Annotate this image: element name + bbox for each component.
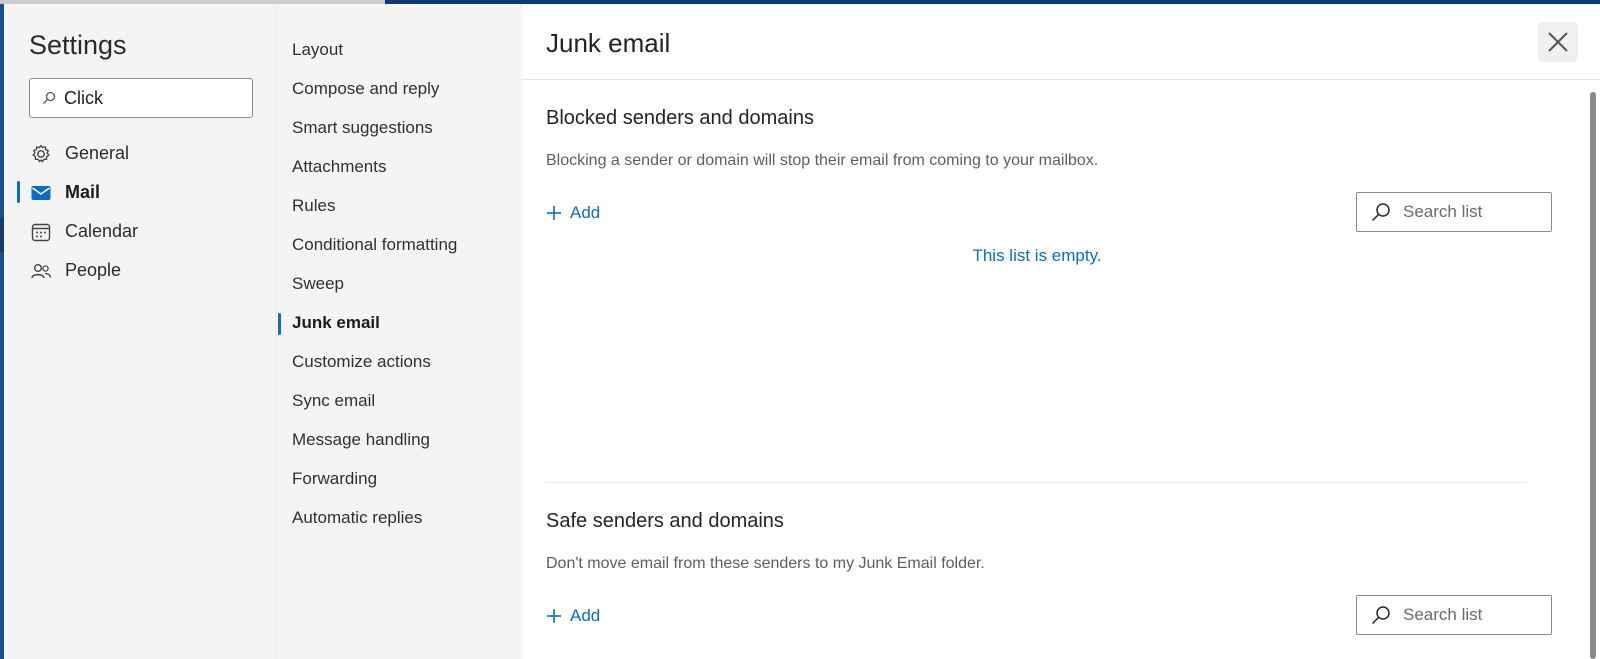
category-mail[interactable]: Mail bbox=[17, 175, 267, 211]
submenu-item-smart-suggestions[interactable]: Smart suggestions bbox=[276, 110, 522, 146]
blocked-senders-description: Blocking a sender or domain will stop th… bbox=[546, 152, 1099, 169]
submenu-item-attachments[interactable]: Attachments bbox=[276, 149, 522, 185]
category-label: Mail bbox=[65, 182, 101, 202]
search-placeholder: Search list bbox=[1403, 202, 1483, 221]
pane-header: Junk email bbox=[522, 4, 1600, 80]
submenu-item-message-handling[interactable]: Message handling bbox=[276, 422, 522, 458]
submenu-item-forwarding[interactable]: Forwarding bbox=[276, 461, 522, 497]
category-calendar[interactable]: Calendar bbox=[17, 214, 267, 250]
mail-icon bbox=[31, 186, 51, 200]
submenu-item-label: Layout bbox=[292, 40, 344, 59]
submenu-item-conditional-formatting[interactable]: Conditional formatting bbox=[276, 227, 522, 263]
submenu-item-label: Attachments bbox=[292, 157, 387, 176]
settings-sidebar: Settings Click General Mail Calendar Peo… bbox=[4, 4, 276, 659]
submenu-item-junk-email[interactable]: Junk email bbox=[276, 305, 522, 341]
pane-scrollbar[interactable] bbox=[1590, 92, 1596, 659]
search-icon bbox=[1371, 203, 1390, 222]
search-icon bbox=[43, 91, 56, 104]
plus-icon bbox=[547, 609, 561, 623]
submenu-item-label: Conditional formatting bbox=[292, 235, 458, 254]
plus-icon bbox=[547, 206, 561, 220]
search-placeholder: Search list bbox=[1403, 605, 1483, 624]
blocked-search-input[interactable]: Search list bbox=[1356, 192, 1552, 232]
category-label: People bbox=[65, 260, 122, 280]
add-label: Add bbox=[570, 203, 601, 222]
submenu-item-compose-and-reply[interactable]: Compose and reply bbox=[276, 71, 522, 107]
submenu-item-sweep[interactable]: Sweep bbox=[276, 266, 522, 302]
submenu-item-automatic-replies[interactable]: Automatic replies bbox=[276, 500, 522, 536]
selected-indicator bbox=[278, 313, 281, 335]
submenu-item-sync-email[interactable]: Sync email bbox=[276, 383, 522, 419]
junk-email-pane: Junk email Blocked senders and domains B… bbox=[522, 4, 1600, 659]
submenu-item-label: Sweep bbox=[292, 274, 344, 293]
submenu-item-label: Automatic replies bbox=[292, 508, 423, 527]
settings-search-input[interactable]: Click bbox=[29, 78, 253, 118]
submenu-item-label: Sync email bbox=[292, 391, 376, 410]
add-label: Add bbox=[570, 606, 601, 625]
add-safe-sender-button[interactable]: Add bbox=[546, 603, 600, 629]
selected-indicator bbox=[17, 181, 20, 203]
submenu-item-label: Customize actions bbox=[292, 352, 431, 371]
submenu-item-label: Compose and reply bbox=[292, 79, 440, 98]
settings-search-value: Click bbox=[64, 87, 103, 108]
section-divider bbox=[546, 482, 1526, 483]
safe-search-input[interactable]: Search list bbox=[1356, 595, 1552, 635]
blocked-list-empty-message: This list is empty. bbox=[972, 246, 1102, 265]
add-blocked-sender-button[interactable]: Add bbox=[546, 200, 600, 226]
search-icon bbox=[1371, 606, 1390, 625]
submenu-item-label: Rules bbox=[292, 196, 336, 215]
submenu-item-layout[interactable]: Layout bbox=[276, 32, 522, 68]
submenu-item-customize-actions[interactable]: Customize actions bbox=[276, 344, 522, 380]
submenu-item-label: Forwarding bbox=[292, 469, 378, 488]
category-label: Calendar bbox=[65, 221, 139, 241]
submenu-item-rules[interactable]: Rules bbox=[276, 188, 522, 224]
gear-icon bbox=[32, 144, 50, 163]
blocked-senders-title: Blocked senders and domains bbox=[546, 107, 814, 129]
settings-dialog: Settings Click General Mail Calendar Peo… bbox=[4, 4, 1600, 659]
category-general[interactable]: General bbox=[17, 136, 267, 172]
category-label: General bbox=[65, 143, 130, 163]
settings-title: Settings bbox=[29, 30, 127, 60]
submenu-item-label: Message handling bbox=[292, 430, 430, 449]
safe-senders-description: Don't move email from these senders to m… bbox=[546, 555, 985, 572]
safe-senders-title: Safe senders and domains bbox=[546, 510, 784, 532]
submenu-item-label: Smart suggestions bbox=[292, 118, 433, 137]
close-icon bbox=[1548, 32, 1568, 52]
mail-submenu: Layout Compose and reply Smart suggestio… bbox=[276, 4, 522, 659]
close-button[interactable] bbox=[1538, 22, 1578, 62]
people-icon bbox=[31, 263, 52, 279]
category-people[interactable]: People bbox=[17, 253, 267, 289]
calendar-icon bbox=[31, 223, 51, 242]
submenu-item-label: Junk email bbox=[292, 313, 380, 332]
pane-title: Junk email bbox=[546, 28, 671, 58]
